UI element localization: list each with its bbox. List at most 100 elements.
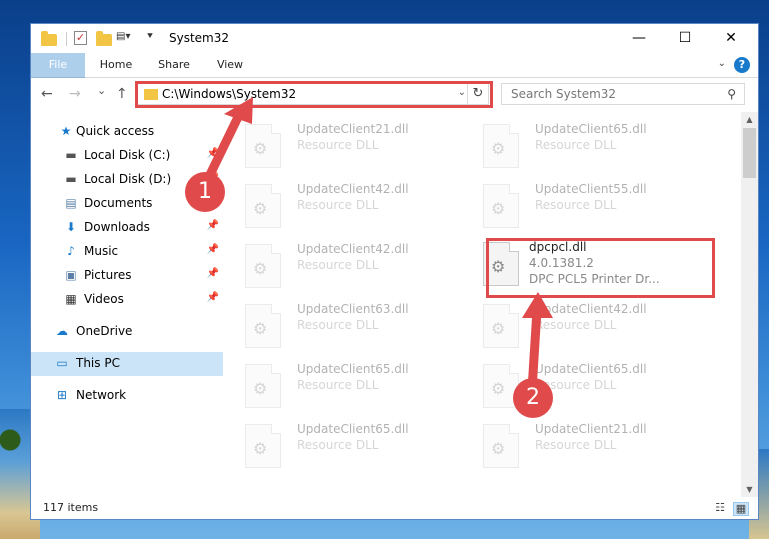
tiles-view-icon[interactable]: ▦ <box>733 502 749 516</box>
file-item[interactable]: ⚙ UpdateClient55.dll Resource DLL <box>469 180 699 230</box>
file-item[interactable]: ⚙ UpdateClient21.dll Resource DLL <box>469 420 699 470</box>
file-item[interactable]: ⚙ UpdateClient65.dll Resource DLL <box>469 120 699 170</box>
file-description: Resource DLL <box>297 318 379 332</box>
file-item[interactable]: ⚙ UpdateClient63.dll Resource DLL <box>231 300 461 350</box>
file-description: Resource DLL <box>297 198 379 212</box>
tab-share[interactable]: Share <box>151 53 197 77</box>
navigation-pane: ★ Quick access ▬ Local Disk (C:) 📌 ▬ Loc… <box>31 112 227 497</box>
dll-file-icon: ⚙ <box>483 184 519 228</box>
sidebar-item-label: Documents <box>84 196 153 210</box>
file-name: UpdateClient21.dll <box>297 122 409 136</box>
file-description: Resource DLL <box>535 318 617 332</box>
dll-file-icon: ⚙ <box>483 424 519 468</box>
pin-icon[interactable]: 📌 <box>207 148 219 159</box>
file-name: UpdateClient21.dll <box>535 422 647 436</box>
document-icon: ▤ <box>65 196 77 210</box>
vertical-scrollbar[interactable]: ▲ ▼ <box>741 112 758 497</box>
sidebar-item-pictures[interactable]: ▣ Pictures 📌 <box>31 264 223 288</box>
back-button[interactable]: ← <box>41 86 53 102</box>
details-view-icon[interactable]: ☷ <box>713 502 727 514</box>
quick-access-dropdown-icon[interactable]: ⯆ <box>146 31 154 42</box>
search-placeholder: Search System32 <box>511 87 617 101</box>
expand-ribbon-icon[interactable]: ⌄ <box>718 58 726 69</box>
sidebar-item-label: Local Disk (C:) <box>84 148 171 162</box>
file-description: Resource DLL <box>535 198 617 212</box>
gear-icon: ⚙ <box>491 199 506 218</box>
file-item[interactable]: ⚙ UpdateClient21.dll Resource DLL <box>231 120 461 170</box>
network-icon: ⊞ <box>56 388 68 402</box>
download-icon: ⬇ <box>65 220 77 234</box>
dll-file-icon: ⚙ <box>245 364 281 408</box>
gear-icon: ⚙ <box>491 139 506 158</box>
file-item[interactable]: ⚙ UpdateClient65.dll Resource DLL <box>231 420 461 470</box>
tab-home[interactable]: Home <box>93 53 139 77</box>
videos-icon: ▦ <box>65 292 77 306</box>
gear-icon: ⚙ <box>253 199 268 218</box>
gear-icon: ⚙ <box>491 439 506 458</box>
sidebar-item-network[interactable]: ⊞ Network <box>31 384 223 408</box>
up-button[interactable]: ↑ <box>116 86 128 102</box>
file-description: Resource DLL <box>535 438 617 452</box>
file-item[interactable]: ⚙ UpdateClient42.dll Resource DLL <box>469 300 699 350</box>
computer-icon: ▭ <box>56 356 68 370</box>
tab-view[interactable]: View <box>207 53 253 77</box>
palm-tree-decoration <box>0 420 30 460</box>
properties-icon[interactable]: ✓ <box>74 31 87 45</box>
gear-icon: ⚙ <box>253 319 268 338</box>
sidebar-item-downloads[interactable]: ⬇ Downloads 📌 <box>31 216 223 240</box>
file-name: UpdateClient42.dll <box>535 302 647 316</box>
file-item[interactable]: ⚙ UpdateClient42.dll Resource DLL <box>231 180 461 230</box>
search-input[interactable]: Search System32 ⚲ <box>501 83 745 105</box>
sidebar-item-local-disk-c[interactable]: ▬ Local Disk (C:) 📌 <box>31 144 223 168</box>
file-item[interactable]: ⚙ UpdateClient65.dll Resource DLL <box>469 360 699 410</box>
ribbon-tabs: File Home Share View ⌄ ? <box>31 53 758 103</box>
sidebar-item-this-pc[interactable]: ▭ This PC <box>31 352 223 376</box>
sidebar-item-onedrive[interactable]: ☁ OneDrive <box>31 320 223 344</box>
sidebar-item-label: Quick access <box>76 124 155 138</box>
file-name: UpdateClient65.dll <box>297 362 409 376</box>
help-icon[interactable]: ? <box>734 57 750 73</box>
file-name: UpdateClient65.dll <box>535 362 647 376</box>
file-list: ⚙ UpdateClient21.dll Resource DLL ⚙ Upda… <box>231 112 741 497</box>
file-name: UpdateClient42.dll <box>297 182 409 196</box>
item-count: 117 items <box>43 501 99 514</box>
sidebar-item-quick-access[interactable]: ★ Quick access <box>31 120 223 144</box>
forward-button[interactable]: → <box>69 86 81 102</box>
file-description: Resource DLL <box>297 378 379 392</box>
pin-icon[interactable]: 📌 <box>207 268 219 279</box>
recent-locations-button[interactable]: ⌄ <box>97 84 106 97</box>
gear-icon: ⚙ <box>253 139 268 158</box>
step-2-marker: 2 <box>513 378 553 418</box>
scroll-thumb[interactable] <box>743 128 756 178</box>
dll-file-icon: ⚙ <box>483 124 519 168</box>
step-1-marker: 1 <box>185 172 225 212</box>
drive-icon: ▬ <box>65 172 77 186</box>
sidebar-item-label: Network <box>76 388 127 402</box>
scroll-down-icon[interactable]: ▼ <box>741 485 758 494</box>
file-item[interactable]: ⚙ UpdateClient42.dll Resource DLL <box>231 240 461 290</box>
file-name: UpdateClient65.dll <box>535 122 647 136</box>
pin-icon[interactable]: 📌 <box>207 220 219 231</box>
file-description: Resource DLL <box>297 258 379 272</box>
pin-icon[interactable]: 📌 <box>207 292 219 303</box>
file-item[interactable]: ⚙ UpdateClient65.dll Resource DLL <box>231 360 461 410</box>
file-description: Resource DLL <box>535 138 617 152</box>
sidebar-item-label: Local Disk (D:) <box>84 172 172 186</box>
customize-toolbar-icon[interactable]: ▤▾ <box>116 31 130 42</box>
title-bar: ✓ ▤▾ ⯆ System32 — ☐ ✕ <box>31 24 758 53</box>
search-icon[interactable]: ⚲ <box>727 87 736 101</box>
scroll-up-icon[interactable]: ▲ <box>741 115 758 124</box>
pin-icon[interactable]: 📌 <box>207 244 219 255</box>
close-button[interactable]: ✕ <box>708 24 754 53</box>
dll-file-icon: ⚙ <box>245 184 281 228</box>
dll-file-icon: ⚙ <box>245 424 281 468</box>
minimize-button[interactable]: — <box>616 24 662 53</box>
sidebar-item-videos[interactable]: ▦ Videos 📌 <box>31 288 223 312</box>
sidebar-item-music[interactable]: ♪ Music 📌 <box>31 240 223 264</box>
star-icon: ★ <box>60 124 72 138</box>
dll-file-icon: ⚙ <box>245 124 281 168</box>
maximize-button[interactable]: ☐ <box>662 24 708 53</box>
new-folder-icon[interactable] <box>96 31 112 46</box>
file-description: Resource DLL <box>297 438 379 452</box>
file-highlight <box>486 238 715 298</box>
